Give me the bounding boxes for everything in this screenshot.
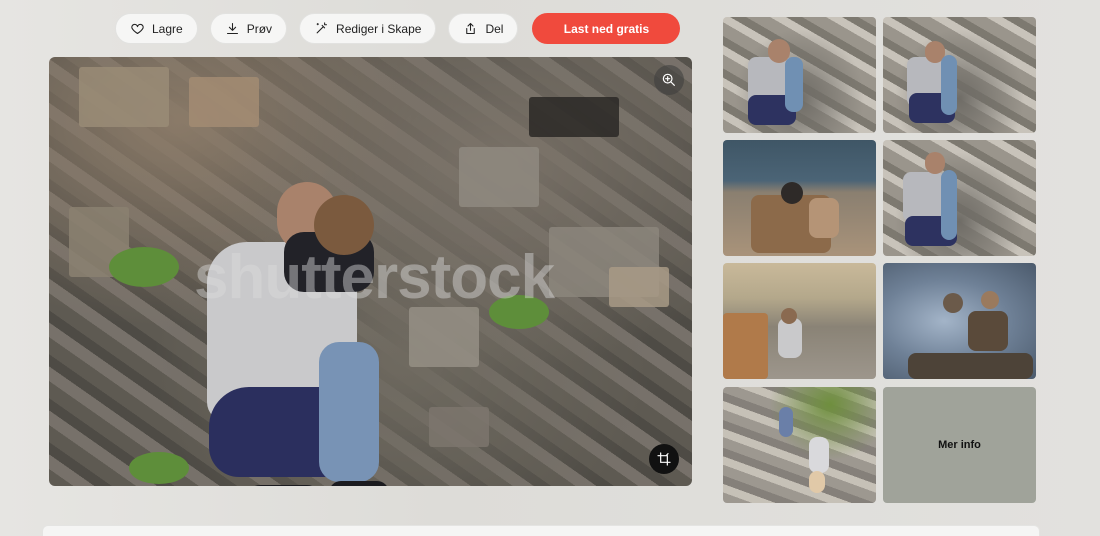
rubble-shape [429,407,489,447]
try-button-label: Prøv [246,21,273,36]
related-thumbnail[interactable] [723,387,876,503]
grass-patch [109,247,179,287]
image-actions-toolbar: Lagre Prøv Rediger i Skape Del Last ned … [115,13,681,44]
thumbnail-figure [903,172,945,222]
child-legs [319,342,379,482]
related-thumbnail[interactable] [883,17,1036,133]
zoom-button[interactable] [654,65,684,95]
edit-in-skape-button[interactable]: Rediger i Skape [299,13,437,44]
thumbnail-figure [981,291,999,309]
thumbnail-figure [778,318,802,358]
try-button[interactable]: Prøv [209,13,288,44]
more-info-label: Mer info [938,439,981,451]
thumbnail-figure [809,437,829,473]
rubble-shape [609,267,669,307]
related-thumbnail[interactable] [883,263,1036,379]
thumbnail-figure [781,182,803,204]
share-button[interactable]: Del [448,13,519,44]
thumbnail-figure [925,152,945,174]
heart-icon [131,23,144,35]
thumbnail-figure [723,313,768,379]
thumbnail-figure [908,353,1033,379]
more-info-button[interactable]: Mer info [883,387,1036,503]
zoom-in-icon [662,73,675,86]
crop-icon [657,452,671,466]
thumbnail-figure [968,311,1008,351]
share-icon [466,22,476,35]
related-thumbnail[interactable] [883,140,1036,256]
thumbnail-figure [941,170,957,240]
magic-wand-icon [316,22,328,34]
main-photo[interactable]: shutterstock [49,57,692,486]
thumbnail-figure [809,198,839,238]
download-free-button[interactable]: Last ned gratis [532,13,681,44]
share-button-label: Del [485,21,504,36]
details-panel [42,525,1040,536]
related-thumbnail[interactable] [723,263,876,379]
grass-patch [129,452,189,484]
rubble-shape [529,97,619,137]
related-thumbnail[interactable] [723,140,876,256]
thumbnail-figure [943,293,963,313]
related-thumbnail[interactable] [723,17,876,133]
thumbnail-figure [941,55,957,115]
man-shoe [246,485,321,486]
rubble-shape [409,307,479,367]
watermark: shutterstock [194,243,555,312]
thumbnail-figure [809,471,825,493]
thumbnail-figure [779,407,793,437]
download-icon [226,22,238,35]
crop-button[interactable] [649,444,679,474]
save-button-label: Lagre [152,21,183,36]
rubble-shape [189,77,259,127]
rubble-shape [459,147,539,207]
thumbnail-figure [781,308,797,324]
thumbnail-figure [785,57,803,112]
rubble-shape [79,67,169,127]
child-shoe [329,481,389,486]
edit-in-skape-label: Rediger i Skape [336,21,422,36]
save-button[interactable]: Lagre [115,13,198,44]
